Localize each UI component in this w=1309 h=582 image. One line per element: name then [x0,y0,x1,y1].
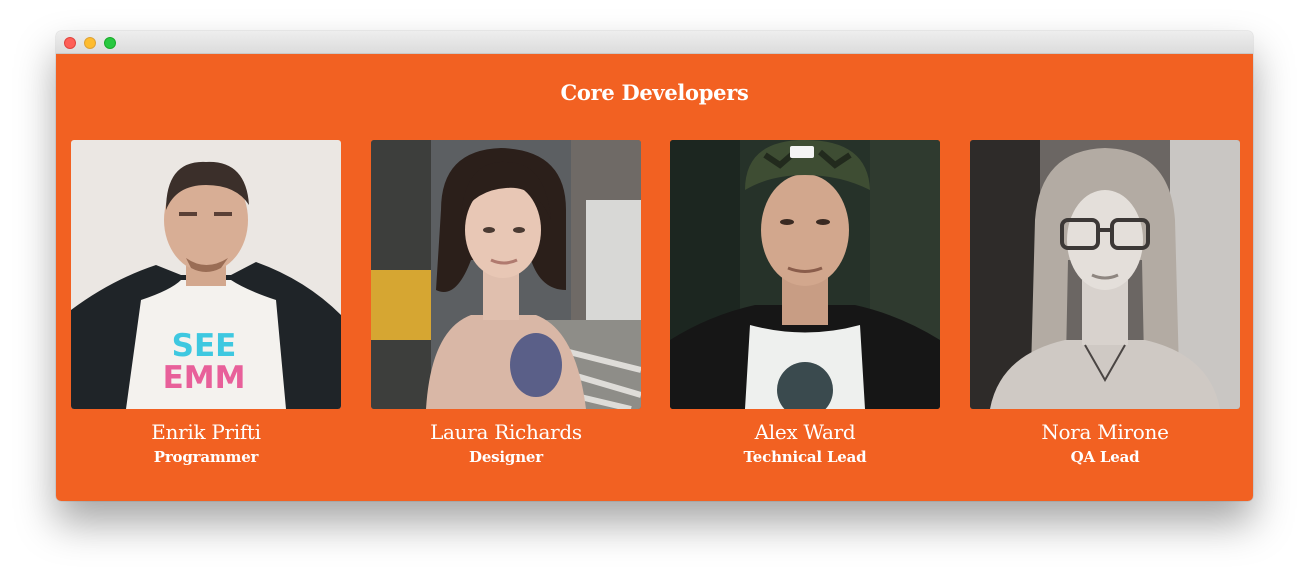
member-role: QA Lead [1070,448,1140,466]
member-role: Designer [469,448,543,466]
shirt-text-line: SEE [171,328,237,364]
member-role: Technical Lead [743,448,867,466]
close-icon[interactable] [64,37,76,49]
team-card: Alex Ward Technical Lead [670,140,940,467]
member-photo [970,140,1240,409]
shirt-text-line: EMM [162,360,246,396]
member-name: Enrik Prifti [151,420,261,444]
minimize-icon[interactable] [84,37,96,49]
team-cards: SEE EMM Enrik Prifti Programmer Laura Ri… [71,140,1240,480]
member-photo [670,140,940,409]
team-section: Core Developers SEE EMM Enrik Prifti Pro… [56,54,1253,501]
member-name: Alex Ward [754,420,856,444]
window-titlebar [56,31,1253,54]
member-photo [371,140,641,409]
section-title: Core Developers [560,80,749,105]
team-card: Laura Richards Designer [371,140,641,467]
shirt-print: SEE EMM [159,330,249,394]
member-role: Programmer [153,448,259,466]
team-card: Nora Mirone QA Lead [970,140,1240,467]
member-name: Nora Mirone [1041,420,1169,444]
maximize-icon[interactable] [104,37,116,49]
browser-window: Core Developers SEE EMM Enrik Prifti Pro… [56,31,1253,501]
member-name: Laura Richards [430,420,582,444]
team-card: SEE EMM Enrik Prifti Programmer [71,140,341,467]
member-photo: SEE EMM [71,140,341,409]
